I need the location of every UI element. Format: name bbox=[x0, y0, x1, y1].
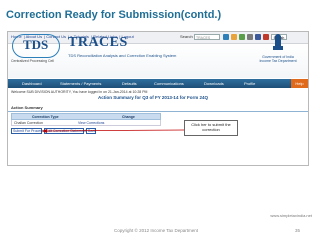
back-button[interactable]: Back bbox=[86, 128, 96, 134]
main-nav: Dashboard Statements / Payments Defaults… bbox=[8, 79, 308, 88]
welcome-text: Welcome SUB DIVISION AUTHORITY, You have… bbox=[11, 90, 148, 94]
nav-dashboard[interactable]: Dashboard bbox=[22, 81, 42, 86]
emblem-caption: Government of India Income Tax Departmen… bbox=[259, 55, 297, 63]
tds-logo-subtitle: Centralized Processing Cell bbox=[11, 59, 54, 63]
column-change: Change bbox=[122, 115, 135, 119]
nav-downloads[interactable]: Downloads bbox=[204, 81, 224, 86]
section-label: Action Summary bbox=[11, 105, 43, 110]
search-input[interactable]: TRACES bbox=[194, 34, 220, 40]
submit-for-processing-button[interactable]: Submit For Processing bbox=[11, 128, 48, 134]
font-size-icon[interactable] bbox=[231, 34, 237, 40]
table-header: Correction Type Change bbox=[11, 113, 161, 120]
accessibility-icon[interactable] bbox=[247, 34, 253, 40]
nav-statements-payments[interactable]: Statements / Payments bbox=[60, 81, 101, 86]
action-summary-heading: Action Summary for Q3 of FY 2013-14 for … bbox=[98, 95, 208, 100]
contrast-icon[interactable] bbox=[239, 34, 245, 40]
section-divider bbox=[8, 111, 308, 112]
page-number: 35 bbox=[295, 228, 301, 233]
social-icon[interactable] bbox=[255, 34, 261, 40]
nav-communications[interactable]: Communications bbox=[154, 81, 184, 86]
table-row: Challan Correction View Corrections bbox=[11, 120, 161, 126]
site-url: www.simpletaxindia.net bbox=[270, 213, 312, 218]
screenshot-frame: Home | About Us | Contact Us | e-Tutorials |… bbox=[7, 31, 309, 166]
cell-correction-type: Challan Correction bbox=[14, 121, 43, 125]
site-tagline: TDS Reconciliation Analysis and Correcti… bbox=[68, 53, 177, 58]
copyright-text: Copyright © 2012 Income Tax Department bbox=[114, 228, 199, 233]
nav-defaults[interactable]: Defaults bbox=[122, 81, 137, 86]
emblem-icon bbox=[273, 34, 283, 50]
search-icon[interactable] bbox=[223, 34, 229, 40]
edit-correction-statement-button[interactable]: Edit Correction Statement bbox=[44, 128, 86, 134]
help-button[interactable]: Help bbox=[291, 79, 308, 88]
nav-profile[interactable]: Profile bbox=[244, 81, 255, 86]
view-corrections-link[interactable]: View Corrections bbox=[78, 121, 104, 125]
tds-logo-text: TDS bbox=[23, 37, 49, 52]
column-correction-type: Correction Type bbox=[32, 115, 59, 119]
site-name: TRACES bbox=[68, 35, 128, 50]
share-icon[interactable] bbox=[263, 34, 269, 40]
callout-box: Click her to submit the correction bbox=[184, 120, 238, 136]
slide-title: Correction Ready for Submission(contd.) bbox=[6, 9, 222, 21]
